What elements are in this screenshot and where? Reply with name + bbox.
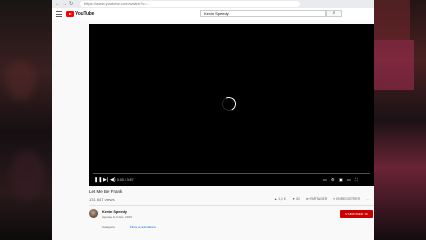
divider [89,205,374,206]
video-player[interactable]: ❚❚ ▶| ◀) 0:00 / 3:57 ▭ ⚙ ▣ ▭ ⛶ [89,24,374,186]
dislike-button[interactable]: ▼ 52 [292,197,300,201]
thumbs-down-icon: ▼ [291,197,296,201]
subscribe-button[interactable]: S'ABONNER 1K [340,210,373,218]
share-button[interactable]: ➦ PARTAGER [306,197,327,201]
background-blur-left [0,0,52,240]
search-input[interactable]: Kevin Speedy [200,10,326,17]
video-title: Let Me Be Frank [89,189,123,194]
category-link[interactable]: Films et animations [130,225,156,229]
view-count: 131 847 views [89,197,115,202]
subscribe-label: S'ABONNER [344,212,364,216]
browser-window: ← → ↻ https://www.youtube.com/watch?v=..… [52,0,374,240]
youtube-logo[interactable]: YouTube [66,11,94,17]
time-display: 0:00 / 3:57 [117,178,134,182]
like-count: 1,1 K [278,197,286,201]
search-icon: ⌕ [332,10,336,16]
dislike-count: 52 [296,197,300,201]
player-controls: ❚❚ ▶| ◀) 0:00 / 3:57 ▭ ⚙ ▣ ▭ ⛶ [89,176,374,186]
video-actions: ▲ 1,1 K ▼ 52 ➦ PARTAGER ≡ ENREGISTRER ... [274,197,369,201]
youtube-play-icon [66,11,74,17]
back-icon[interactable]: ← [55,1,60,7]
browser-toolbar: ← → ↻ https://www.youtube.com/watch?v=..… [52,0,374,8]
channel-avatar[interactable] [89,209,98,218]
share-icon: ➦ [305,197,309,201]
next-icon[interactable]: ▶| [103,177,108,183]
youtube-header: YouTube Kevin Speedy ⌕ [52,8,374,20]
address-bar[interactable]: https://www.youtube.com/watch?v=... [80,1,300,7]
more-button[interactable]: ... [366,197,369,201]
channel-name[interactable]: Kevin Speedy [102,210,127,214]
logo-wordmark: YouTube [75,11,95,17]
like-button[interactable]: ▲ 1,1 K [274,197,286,201]
save-button[interactable]: ≡ ENREGISTRER [333,197,360,201]
thumbs-up-icon: ▲ [274,197,278,201]
loading-spinner-icon [220,95,238,113]
settings-icon[interactable]: ⚙ [331,177,335,183]
hamburger-menu-icon[interactable] [56,11,62,19]
progress-bar[interactable] [93,173,370,174]
theater-icon[interactable]: ▭ [347,177,351,183]
search-button[interactable]: ⌕ [326,10,342,17]
publish-date: Ajoutée le 6 déc. 2016 [102,215,132,219]
play-icon[interactable]: ❚❚ [94,177,102,183]
forward-icon[interactable]: → [62,1,67,7]
fullscreen-icon[interactable]: ⛶ [355,177,358,183]
playlist-add-icon: ≡ [333,197,336,201]
category-label: Catégorie [102,225,116,229]
miniplayer-icon[interactable]: ▣ [339,177,343,183]
reload-icon[interactable]: ↻ [69,1,73,7]
volume-icon[interactable]: ◀) [110,177,116,183]
background-blur-right [374,0,426,240]
subtitles-icon[interactable]: ▭ [323,177,327,183]
subscriber-count: 1K [364,212,369,216]
